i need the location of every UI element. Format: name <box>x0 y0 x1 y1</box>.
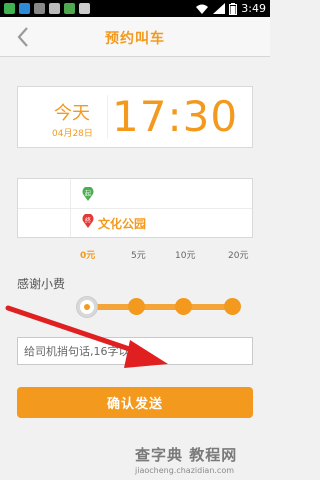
tip-slider-handle[interactable] <box>77 297 97 317</box>
end-location-value: 文化公园 <box>98 217 147 231</box>
watermark-url: jiaocheng.chazidian.com <box>135 466 235 475</box>
start-pin-icon: 起 <box>82 187 94 201</box>
mail-icon <box>79 3 90 14</box>
tip-selector: 0元 5元 10元 20元 感谢小费 <box>0 248 270 318</box>
driver-message-input[interactable] <box>17 337 253 365</box>
end-pin-text: 终 <box>85 217 91 225</box>
tip-step-knob[interactable] <box>224 298 241 315</box>
phone-icon <box>34 3 45 14</box>
tip-label: 感谢小费 <box>17 277 66 291</box>
status-time: 3:49 <box>241 2 266 15</box>
wechat-icon <box>4 3 15 14</box>
end-pin-icon: 终 <box>82 214 94 228</box>
time-picker-card[interactable]: 今天 04月28日 17:30 <box>17 86 253 148</box>
watermark: 查字典 教程网 jiaocheng.chazidian.com <box>135 442 270 480</box>
page-title: 预约叫车 <box>105 31 165 47</box>
nav-bar: 预约叫车 <box>0 17 270 57</box>
status-icons-left <box>4 2 90 15</box>
confirm-send-button[interactable]: 确认发送 <box>17 387 253 418</box>
tip-option-label: 10元 <box>175 251 196 261</box>
status-bar: 3:49 <box>0 0 270 17</box>
start-pin-text: 起 <box>85 190 91 198</box>
watermark-text: 查字典 教程网 <box>135 446 238 464</box>
end-location-field[interactable]: 终 文化公园 <box>71 209 252 239</box>
clock-time: 17:30 <box>112 92 239 141</box>
start-location-field[interactable]: 起 <box>71 179 252 208</box>
route-card: 起 终 文化公园 <box>17 178 253 238</box>
tip-option-label: 20元 <box>228 251 249 261</box>
tip-option-label: 0元 <box>80 251 96 261</box>
tip-step-knob[interactable] <box>128 298 145 315</box>
status-icons-right: 3:49 <box>195 1 266 16</box>
wifi-icon <box>196 4 209 14</box>
tip-slider-track[interactable] <box>86 304 238 310</box>
tip-step-knob[interactable] <box>175 298 192 315</box>
divider <box>107 95 108 139</box>
image-icon <box>19 3 30 14</box>
date-label: 04月28日 <box>52 129 93 139</box>
day-label: 今天 <box>54 103 90 124</box>
signal-icon <box>213 3 226 14</box>
shield-icon <box>64 3 75 14</box>
usb-icon <box>49 3 60 14</box>
battery-icon <box>229 2 238 15</box>
tip-option-label: 5元 <box>131 251 146 261</box>
